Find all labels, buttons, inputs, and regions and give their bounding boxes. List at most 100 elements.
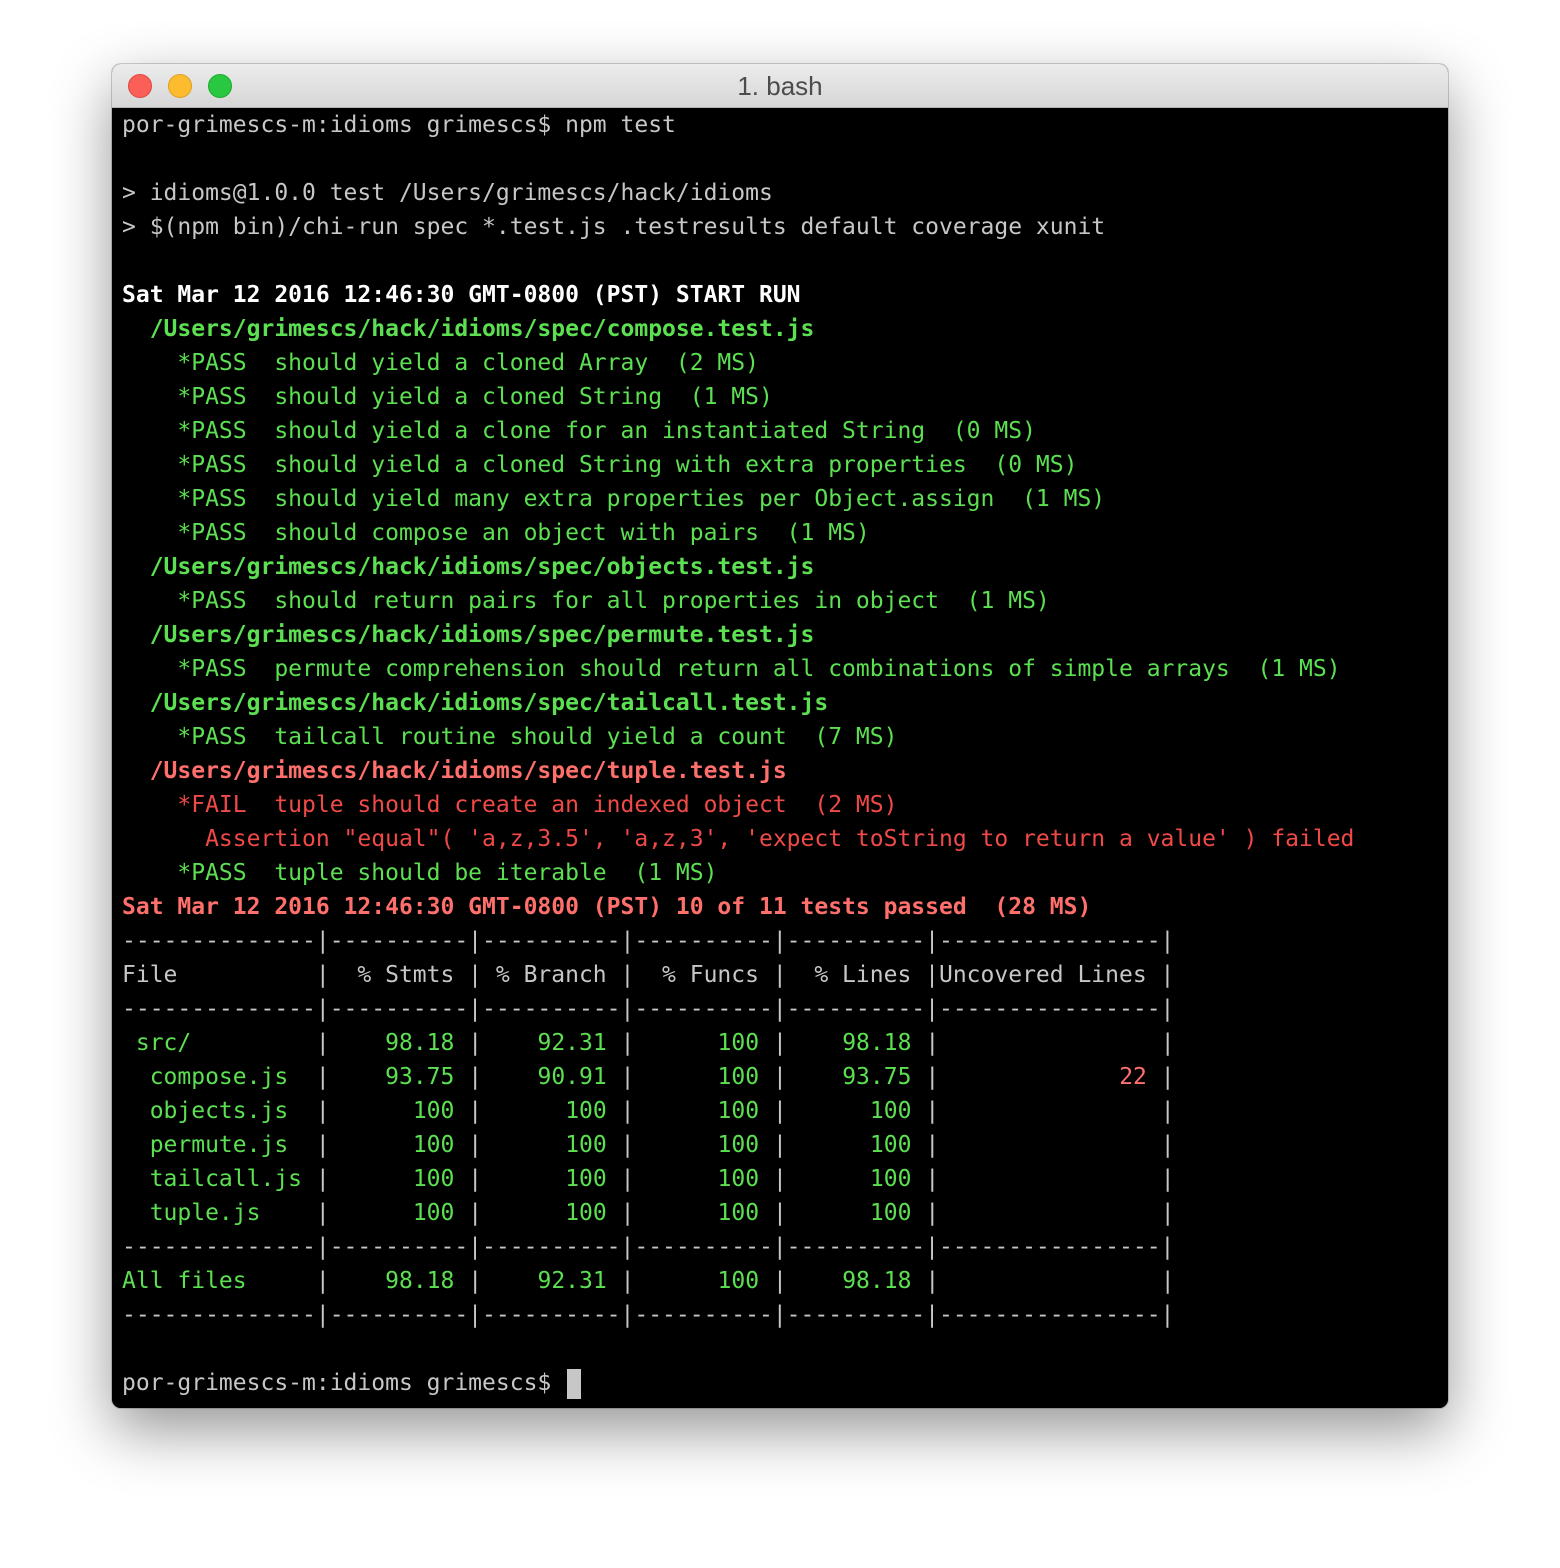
lines-cell: 100 — [869, 1132, 912, 1158]
cell-padding — [787, 1098, 870, 1124]
column-separator: | — [468, 1030, 483, 1056]
cell-padding — [939, 1200, 1147, 1226]
cell-padding — [911, 1132, 925, 1158]
cell-padding — [1147, 1064, 1161, 1090]
funcs-cell: 100 — [717, 1030, 760, 1056]
column-separator: | — [620, 1098, 635, 1124]
cell-padding — [482, 1064, 537, 1090]
file-name-cell: compose.js — [122, 1064, 316, 1090]
coverage-row: tailcall.js | 100 | 100 | 100 | 100 | | — [122, 1162, 1438, 1196]
cell-padding — [1147, 1166, 1161, 1192]
cell-padding — [454, 1030, 468, 1056]
cell-padding — [911, 1030, 925, 1056]
cell-padding — [634, 1098, 717, 1124]
cell-padding — [939, 1166, 1147, 1192]
column-separator: | — [772, 1098, 787, 1124]
cell-padding — [634, 1268, 717, 1294]
cell-padding — [1147, 1132, 1161, 1158]
branch-cell: 100 — [565, 1132, 607, 1158]
cell-padding — [634, 1064, 717, 1090]
column-separator: | — [315, 1200, 330, 1226]
cell-padding — [634, 1030, 717, 1056]
cell-padding — [607, 1098, 621, 1124]
funcs-cell: 100 — [717, 1200, 760, 1226]
column-separator: | — [925, 1064, 940, 1090]
cell-padding — [939, 1030, 1147, 1056]
test-result-pass: *PASS should return pairs for all proper… — [122, 588, 1050, 614]
branch-cell: 100 — [565, 1098, 607, 1124]
column-separator: | — [1160, 1166, 1175, 1192]
title-bar[interactable]: 1. bash — [112, 64, 1448, 108]
column-separator: | — [315, 1268, 330, 1294]
cell-padding — [482, 1030, 537, 1056]
cell-padding — [939, 1268, 1147, 1294]
terminal-output[interactable]: por-grimescs-m:idioms grimescs$ npm test… — [112, 108, 1448, 1408]
lines-cell: 93.75 — [842, 1064, 912, 1090]
cell-padding — [330, 1064, 385, 1090]
column-separator: | — [620, 1064, 635, 1090]
coverage-row: compose.js | 93.75 | 90.91 | 100 | 93.75… — [122, 1060, 1438, 1094]
cell-padding — [454, 1166, 468, 1192]
npm-info-line: > $(npm bin)/chi-run spec *.test.js .tes… — [122, 214, 1106, 240]
column-separator: | — [772, 1268, 787, 1294]
lines-cell: 100 — [869, 1166, 912, 1192]
test-result-pass: *PASS tailcall routine should yield a co… — [122, 724, 898, 750]
lines-cell: 98.18 — [842, 1268, 912, 1294]
table-separator: --------------|----------|----------|---… — [122, 996, 1175, 1022]
column-separator: | — [772, 1166, 787, 1192]
file-name-cell: permute.js — [122, 1132, 316, 1158]
stmts-cell: 93.75 — [385, 1064, 455, 1090]
suite-path: /Users/grimescs/hack/idioms/spec/tailcal… — [122, 690, 829, 716]
column-separator: | — [925, 1132, 940, 1158]
file-name-cell: src/ — [122, 1030, 316, 1056]
file-name-cell: tailcall.js — [122, 1166, 316, 1192]
cell-padding — [787, 1166, 870, 1192]
command-text: npm test — [551, 112, 676, 138]
column-separator: | — [772, 1132, 787, 1158]
cell-padding — [330, 1200, 413, 1226]
column-separator: | — [925, 1098, 940, 1124]
npm-info-line: > idioms@1.0.0 test /Users/grimescs/hack… — [122, 180, 773, 206]
cell-padding — [454, 1098, 468, 1124]
cell-padding — [482, 1132, 565, 1158]
column-separator: | — [772, 1200, 787, 1226]
test-result-pass: *PASS should yield many extra properties… — [122, 486, 1106, 512]
cell-padding — [911, 1268, 925, 1294]
column-separator: | — [620, 1166, 635, 1192]
column-separator: | — [468, 1098, 483, 1124]
test-suites: /Users/grimescs/hack/idioms/spec/compose… — [122, 312, 1438, 890]
cell-padding — [939, 1132, 1147, 1158]
test-result-pass: *PASS should compose an object with pair… — [122, 520, 870, 546]
test-result-pass: *PASS permute comprehension should retur… — [122, 656, 1341, 682]
stmts-cell: 98.18 — [385, 1030, 455, 1056]
column-separator: | — [620, 1030, 635, 1056]
branch-cell: 92.31 — [537, 1030, 607, 1056]
table-separator: --------------|----------|----------|---… — [122, 1234, 1175, 1260]
cell-padding — [1147, 1098, 1161, 1124]
cell-padding — [787, 1200, 870, 1226]
cell-padding — [454, 1200, 468, 1226]
stmts-cell: 100 — [412, 1200, 455, 1226]
window-title: 1. bash — [737, 71, 823, 101]
start-run-line: Sat Mar 12 2016 12:46:30 GMT-0800 (PST) … — [122, 282, 801, 308]
cell-padding — [911, 1166, 925, 1192]
coverage-row: tuple.js | 100 | 100 | 100 | 100 | | — [122, 1196, 1438, 1230]
cell-padding — [607, 1030, 621, 1056]
shell-prompt: por-grimescs-m:idioms grimescs$ — [122, 1370, 566, 1396]
column-separator: | — [925, 1166, 940, 1192]
assertion-message: Assertion "equal"( 'a,z,3.5', 'a,z,3', '… — [122, 826, 1355, 852]
cell-padding — [634, 1166, 717, 1192]
cell-padding — [634, 1200, 717, 1226]
cell-padding — [939, 1098, 1147, 1124]
cell-padding — [787, 1030, 842, 1056]
cell-padding — [759, 1098, 773, 1124]
cell-padding — [787, 1132, 870, 1158]
table-separator: --------------|----------|----------|---… — [122, 928, 1175, 954]
branch-cell: 90.91 — [537, 1064, 607, 1090]
suite-path: /Users/grimescs/hack/idioms/spec/compose… — [122, 316, 815, 342]
column-separator: | — [468, 1166, 483, 1192]
cell-padding — [1147, 1200, 1161, 1226]
cell-padding — [939, 1064, 1119, 1090]
column-separator: | — [1160, 1132, 1175, 1158]
